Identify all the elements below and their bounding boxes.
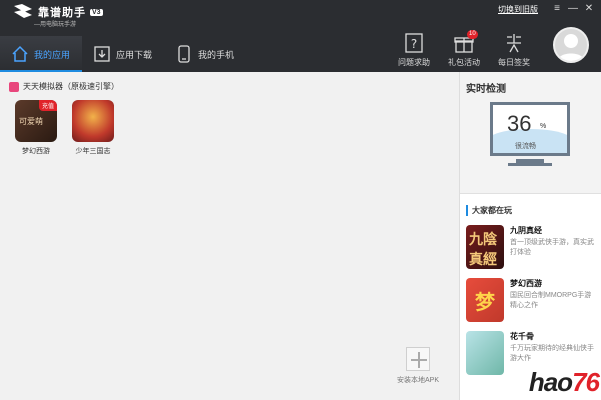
svg-text:?: ? (411, 37, 417, 51)
section-label: 天天模拟器（原极速引擎） (23, 82, 119, 91)
popular-desc: 千万玩家期待的经典仙侠手游大作 (510, 345, 594, 362)
watermark: hao76 (528, 367, 600, 397)
app-title: 靠谱助手 (38, 7, 86, 19)
award-icon (507, 34, 521, 53)
avatar[interactable] (553, 27, 589, 63)
gift-label: 礼包活动 (448, 58, 480, 67)
user-icon (558, 34, 584, 61)
realtime-detect-panel: 实时检测 36 % 很流畅 (460, 72, 601, 194)
right-tools: ? 问题求助 10 礼包活动 每日签奖 (389, 30, 539, 68)
version-badge: V3 (90, 8, 103, 16)
gift-badge: 10 (467, 30, 478, 39)
install-apk-label: 安装本地APK (396, 377, 439, 384)
game-item[interactable]: 少年三国志 (68, 100, 118, 156)
game-tag: 充值 (38, 100, 57, 111)
popular-desc: 首一顶级武侠手游，真实武打体验 (510, 239, 594, 256)
tab-my-apps[interactable]: 我的应用 (0, 36, 83, 72)
game-icon-text: 九陰真經 (469, 231, 497, 267)
home-icon (12, 45, 28, 62)
popular-name: 九阴真经 (510, 226, 542, 235)
phone-icon (178, 45, 190, 63)
game-name: 少年三国志 (75, 148, 111, 155)
popular-title: 大家都在玩 (466, 205, 512, 216)
game-icon-text: 梦 (475, 292, 495, 314)
tab-label: 我的手机 (198, 49, 235, 60)
emulator-icon (9, 81, 19, 92)
switch-old-version-link[interactable]: 切换到旧版 (498, 4, 538, 15)
game-icon (72, 100, 114, 142)
menu-icon[interactable]: ≡ (549, 2, 565, 16)
help-label: 问题求助 (398, 58, 430, 67)
tab-label: 应用下载 (116, 49, 153, 60)
app-window: 靠谱助手 V3 —用电脑玩手游 切换到旧版 ≡ — ✕ 我的应用 应用下载 我的… (0, 0, 601, 400)
tab-app-download[interactable]: 应用下载 (82, 36, 164, 72)
top-bar: 靠谱助手 V3 —用电脑玩手游 切换到旧版 ≡ — ✕ 我的应用 应用下载 我的… (0, 0, 601, 72)
game-item[interactable]: 可爱萌 充值 梦幻西游 (11, 100, 61, 156)
help-icon: ? (405, 33, 423, 53)
gift-button[interactable]: 10 礼包活动 (439, 30, 489, 68)
app-subtitle: —用电脑玩手游 (34, 22, 77, 28)
my-apps-panel: 天天模拟器（原极速引擎） 可爱萌 充值 梦幻西游 少年三国志 安装本地APK (0, 72, 459, 400)
detect-title: 实时检测 (466, 84, 506, 95)
game-icon-text: 可爱萌 (19, 117, 43, 126)
popular-desc: 国民回合制MMORPG手游精心之作 (510, 292, 592, 309)
game-icon: 九陰真經 (466, 225, 504, 269)
logo-icon (14, 4, 32, 18)
game-icon (466, 331, 504, 375)
window-controls: ≡ — ✕ (549, 2, 597, 16)
close-icon[interactable]: ✕ (581, 2, 597, 16)
monitor-icon: 36 % 很流畅 (490, 102, 570, 156)
game-icon: 可爱萌 充值 (15, 100, 57, 142)
download-icon (94, 46, 110, 62)
game-name: 梦幻西游 (22, 148, 50, 155)
right-sidebar: 实时检测 36 % 很流畅 大家都在玩 九陰真經 九阴真经 首一顶级武侠手游，真… (459, 72, 601, 400)
tab-my-phone[interactable]: 我的手机 (164, 36, 246, 72)
tab-label: 我的应用 (34, 49, 71, 60)
popular-name: 花千骨 (510, 332, 534, 341)
daily-award-label: 每日签奖 (498, 58, 530, 67)
main-tabs: 我的应用 应用下载 我的手机 (0, 36, 246, 72)
detect-unit: % (540, 123, 547, 130)
help-button[interactable]: ? 问题求助 (389, 32, 439, 68)
section-title: 天天模拟器（原极速引擎） (9, 81, 119, 92)
popular-name: 梦幻西游 (510, 279, 542, 288)
logo: 靠谱助手 V3 —用电脑玩手游 (12, 3, 103, 28)
detect-status: 很流畅 (515, 143, 536, 150)
daily-award-button[interactable]: 每日签奖 (489, 32, 539, 68)
install-apk-button[interactable]: 安装本地APK (393, 347, 443, 385)
plus-icon (406, 347, 430, 371)
popular-item[interactable]: 梦 梦幻西游 国民回合制MMORPG手游精心之作 (466, 278, 598, 322)
popular-item[interactable]: 九陰真經 九阴真经 首一顶级武侠手游，真实武打体验 (466, 225, 598, 269)
game-icon: 梦 (466, 278, 504, 322)
detect-value: 36 (507, 111, 532, 136)
minimize-icon[interactable]: — (565, 2, 581, 16)
